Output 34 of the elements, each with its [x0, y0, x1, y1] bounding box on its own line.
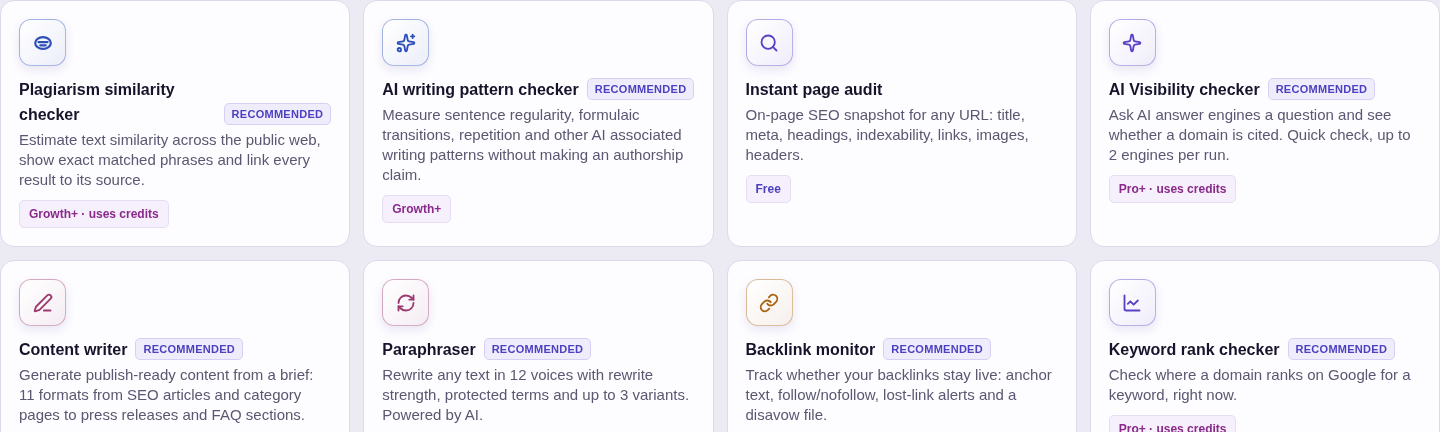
recommended-badge: RECOMMENDED [1287, 337, 1396, 360]
card-title: Plagiarism similarity checker [19, 80, 176, 125]
card-description: Check where a domain ranks on Google for a keyword, right now. [1108, 365, 1412, 405]
card-title: Instant page audit [745, 80, 883, 100]
recommended-badge: RECOMMENDED [1267, 77, 1376, 100]
tool-card[interactable]: Instant page audit On-page SEO snapshot for any URL: title, meta, headings, indexability, links, images, headers. Free [726, 0, 1077, 247]
tool-card[interactable]: AI Visibility checker RECOMMENDED Ask AI answer engines a question and see whether a domain is cited. Quick check, up to 2 engines per run. Pro+ · uses credits [1089, 0, 1440, 247]
card-description: Estimate text similarity across the public web, show exact matched phrases and link every result to its source. [19, 130, 322, 190]
recommended-badge: RECOMMENDED [223, 102, 332, 125]
card-title: AI writing pattern checker [382, 80, 579, 100]
card-description: Rewrite any text in 12 voices with rewrite strength, protected terms and up to 3 variants. Powered by AI. [382, 365, 691, 425]
recommended-badge: RECOMMENDED [135, 337, 244, 360]
tool-card[interactable]: Backlink monitor RECOMMENDED Track whether your backlinks stay live: anchor text, follow/nofollow, lost-link alerts and a disavow file. [726, 260, 1077, 432]
tool-card[interactable]: Plagiarism similarity checker RECOMMENDED Estimate text similarity across the public web, show exact matched phrases and link every result to its source. Growth+ · uses credits [0, 0, 351, 247]
recommended-badge: RECOMMENDED [483, 337, 592, 360]
plan-tag: Pro+ · uses credits [1108, 175, 1237, 203]
recommended-badge: RECOMMENDED [883, 337, 991, 360]
recommended-badge: RECOMMENDED [586, 77, 695, 100]
card-title: Backlink monitor [745, 340, 876, 360]
tool-card[interactable]: Paraphraser RECOMMENDED Rewrite any text in 12 voices with rewrite strength, protected terms and up to 3 variants. Powered by AI. [363, 260, 714, 432]
card-title: Paraphraser [382, 340, 476, 360]
plan-tag: Growth+ [382, 195, 452, 223]
tool-card[interactable]: AI writing pattern checker RECOMMENDED Measure sentence regularity, formulaic transitions, repetition and other AI associated writing patterns without making an authorship claim. Growth+ [363, 0, 714, 247]
card-description: Measure sentence regularity, formulaic transitions, repetition and other AI associated writing patterns without making an authorship claim. [382, 105, 685, 185]
plan-tag: Free [745, 175, 791, 203]
card-description: Ask AI answer engines a question and see whether a domain is cited. Quick check, up to 2 engines per run. [1108, 105, 1412, 165]
plan-tag: Growth+ · uses credits [19, 200, 169, 228]
card-description: On-page SEO snapshot for any URL: title, meta, headings, indexability, links, images, headers. [745, 105, 1030, 165]
card-title: Keyword rank checker [1108, 340, 1280, 360]
card-title: Content writer [19, 340, 128, 360]
card-description: Generate publish-ready content from a brief: 11 formats from SEO articles and category pages to press releases and FAQ sections. [19, 365, 315, 425]
tool-card[interactable]: Content writer RECOMMENDED Generate publish-ready content from a brief: 11 formats from SEO articles and category pages to press releases and FAQ sections. [0, 260, 351, 432]
card-description: Track whether your backlinks stay live: anchor text, follow/nofollow, lost-link alerts and a disavow file. [745, 365, 1053, 425]
card-title: AI Visibility checker [1108, 80, 1260, 100]
